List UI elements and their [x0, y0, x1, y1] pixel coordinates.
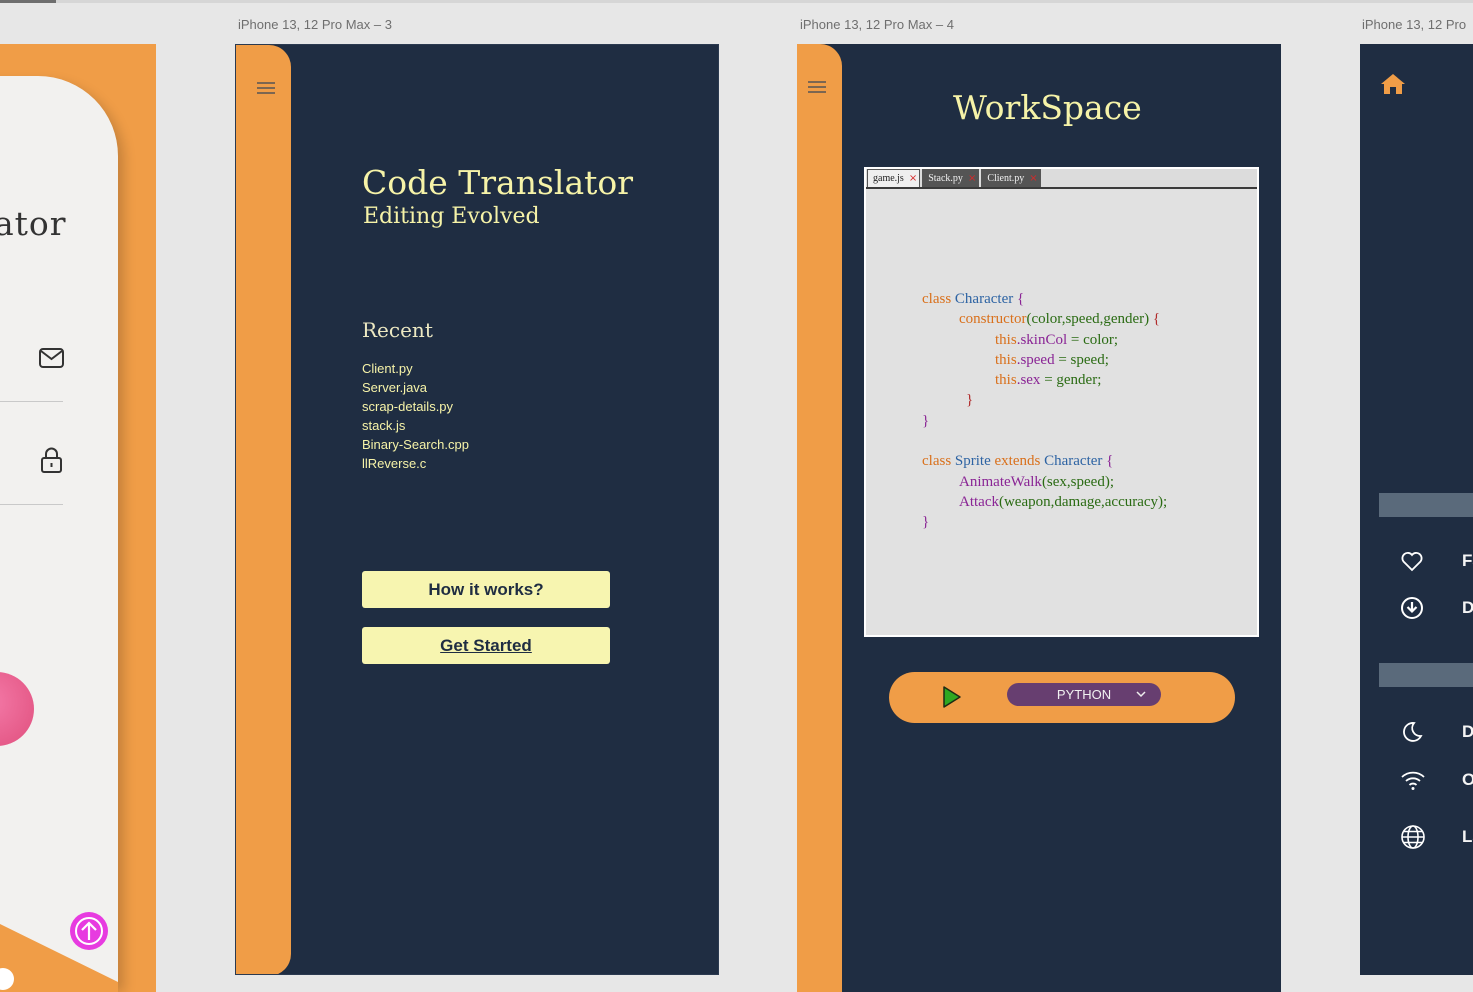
artboard-label-5: iPhone 13, 12 Pro — [1362, 17, 1467, 32]
code-content: class Character { constructor(color,speed… — [922, 289, 1167, 533]
settings-row-dark-mode[interactable]: D — [1400, 719, 1473, 745]
recent-file-item[interactable]: scrap-details.py — [362, 397, 469, 416]
chevron-down-icon — [1136, 691, 1146, 698]
arrow-up-icon — [75, 917, 103, 945]
artboard-label-4: iPhone 13, 12 Pro Max – 4 — [800, 17, 954, 32]
section-divider — [1379, 663, 1473, 687]
close-tab-icon[interactable]: × — [968, 173, 976, 184]
close-tab-icon[interactable]: × — [909, 173, 917, 184]
play-icon[interactable] — [941, 685, 963, 709]
how-it-works-button[interactable]: How it works? — [362, 571, 610, 608]
app-subtitle: Editing Evolved — [363, 204, 540, 229]
recent-file-item[interactable]: stack.js — [362, 416, 469, 435]
code-line: } — [922, 412, 930, 429]
orange-side-panel — [236, 45, 291, 974]
language-select-value: PYTHON — [1056, 687, 1112, 702]
active-tab-indicator — [0, 0, 56, 3]
code-line: class Character { — [922, 291, 1025, 307]
download-icon — [1401, 597, 1423, 619]
recent-heading: Recent — [362, 318, 433, 342]
wifi-icon — [1401, 771, 1425, 790]
file-tab-label: Stack.py — [928, 173, 963, 184]
workspace-title: WorkSpace — [953, 88, 1142, 127]
file-tab-label: Client.py — [987, 173, 1025, 184]
artboard-login-partial: ator — [0, 44, 156, 992]
settings-row-downloads[interactable]: D — [1400, 595, 1473, 621]
app-top-strip — [0, 0, 1473, 3]
password-field-underline — [0, 504, 63, 505]
artboard-code-translator: Code Translator Editing Evolved Recent C… — [235, 44, 719, 975]
recent-file-item[interactable]: Client.py — [362, 359, 469, 378]
app-title: Code Translator — [362, 163, 634, 202]
file-tab-stack-py[interactable]: Stack.py × — [922, 169, 980, 187]
settings-row-offline[interactable]: O — [1400, 767, 1473, 793]
settings-row-label: La — [1462, 827, 1473, 846]
hamburger-menu-icon[interactable] — [256, 81, 276, 95]
settings-row-label: D — [1462, 598, 1473, 617]
moon-icon — [1403, 722, 1423, 742]
code-line: constructor(color,speed,gender) { — [959, 311, 1161, 328]
heart-icon — [1401, 552, 1423, 572]
code-line: this.skinCol = color; — [995, 331, 1119, 348]
settings-row-favorites[interactable]: Fa — [1400, 548, 1473, 574]
code-line: Attack(weapon,damage,accuracy); — [959, 493, 1168, 510]
file-tab-game-js[interactable]: game.js × — [867, 169, 921, 187]
recent-file-item[interactable]: Server.java — [362, 378, 469, 397]
mail-icon — [39, 348, 64, 368]
get-started-button[interactable]: Get Started — [362, 627, 610, 664]
close-tab-icon[interactable]: × — [1029, 173, 1037, 184]
artboard-settings-partial: Fa D D O La — [1360, 44, 1473, 975]
login-title-fragment: ator — [0, 204, 67, 243]
settings-row-label: D — [1462, 722, 1473, 741]
home-icon[interactable] — [1380, 72, 1406, 96]
settings-row-language[interactable]: La — [1400, 824, 1473, 850]
settings-row-label: Fa — [1462, 551, 1473, 570]
code-line: AnimateWalk(sex,speed); — [959, 473, 1114, 490]
recent-files-list: Client.py Server.java scrap-details.py s… — [362, 359, 469, 473]
hamburger-menu-icon[interactable] — [807, 80, 827, 94]
recent-file-item[interactable]: llReverse.c — [362, 454, 469, 473]
run-toolbar: PYTHON — [889, 672, 1235, 723]
file-tab-label: game.js — [873, 173, 904, 184]
file-tab-bar: game.js × Stack.py × Client.py × — [866, 169, 1257, 189]
code-line: this.speed = speed; — [995, 351, 1109, 368]
scroll-up-button[interactable] — [70, 912, 108, 950]
email-field-underline — [0, 401, 63, 402]
globe-icon — [1401, 825, 1425, 849]
section-divider — [1379, 493, 1473, 517]
artboard-workspace: WorkSpace game.js × Stack.py × Client.py… — [797, 44, 1281, 992]
code-line: } — [922, 514, 930, 531]
code-line: } — [966, 392, 974, 409]
code-line: class Sprite extends Character { — [922, 453, 1114, 470]
lock-icon — [41, 447, 62, 473]
language-select[interactable]: PYTHON — [1007, 683, 1161, 706]
file-tab-client-py[interactable]: Client.py × — [981, 169, 1041, 187]
artboard-label-3: iPhone 13, 12 Pro Max – 3 — [238, 17, 392, 32]
orange-side-panel — [797, 44, 842, 992]
settings-row-label: O — [1462, 770, 1473, 789]
code-editor[interactable]: game.js × Stack.py × Client.py × class C… — [864, 167, 1259, 637]
recent-file-item[interactable]: Binary-Search.cpp — [362, 435, 469, 454]
code-line: this.sex = gender; — [995, 372, 1102, 389]
